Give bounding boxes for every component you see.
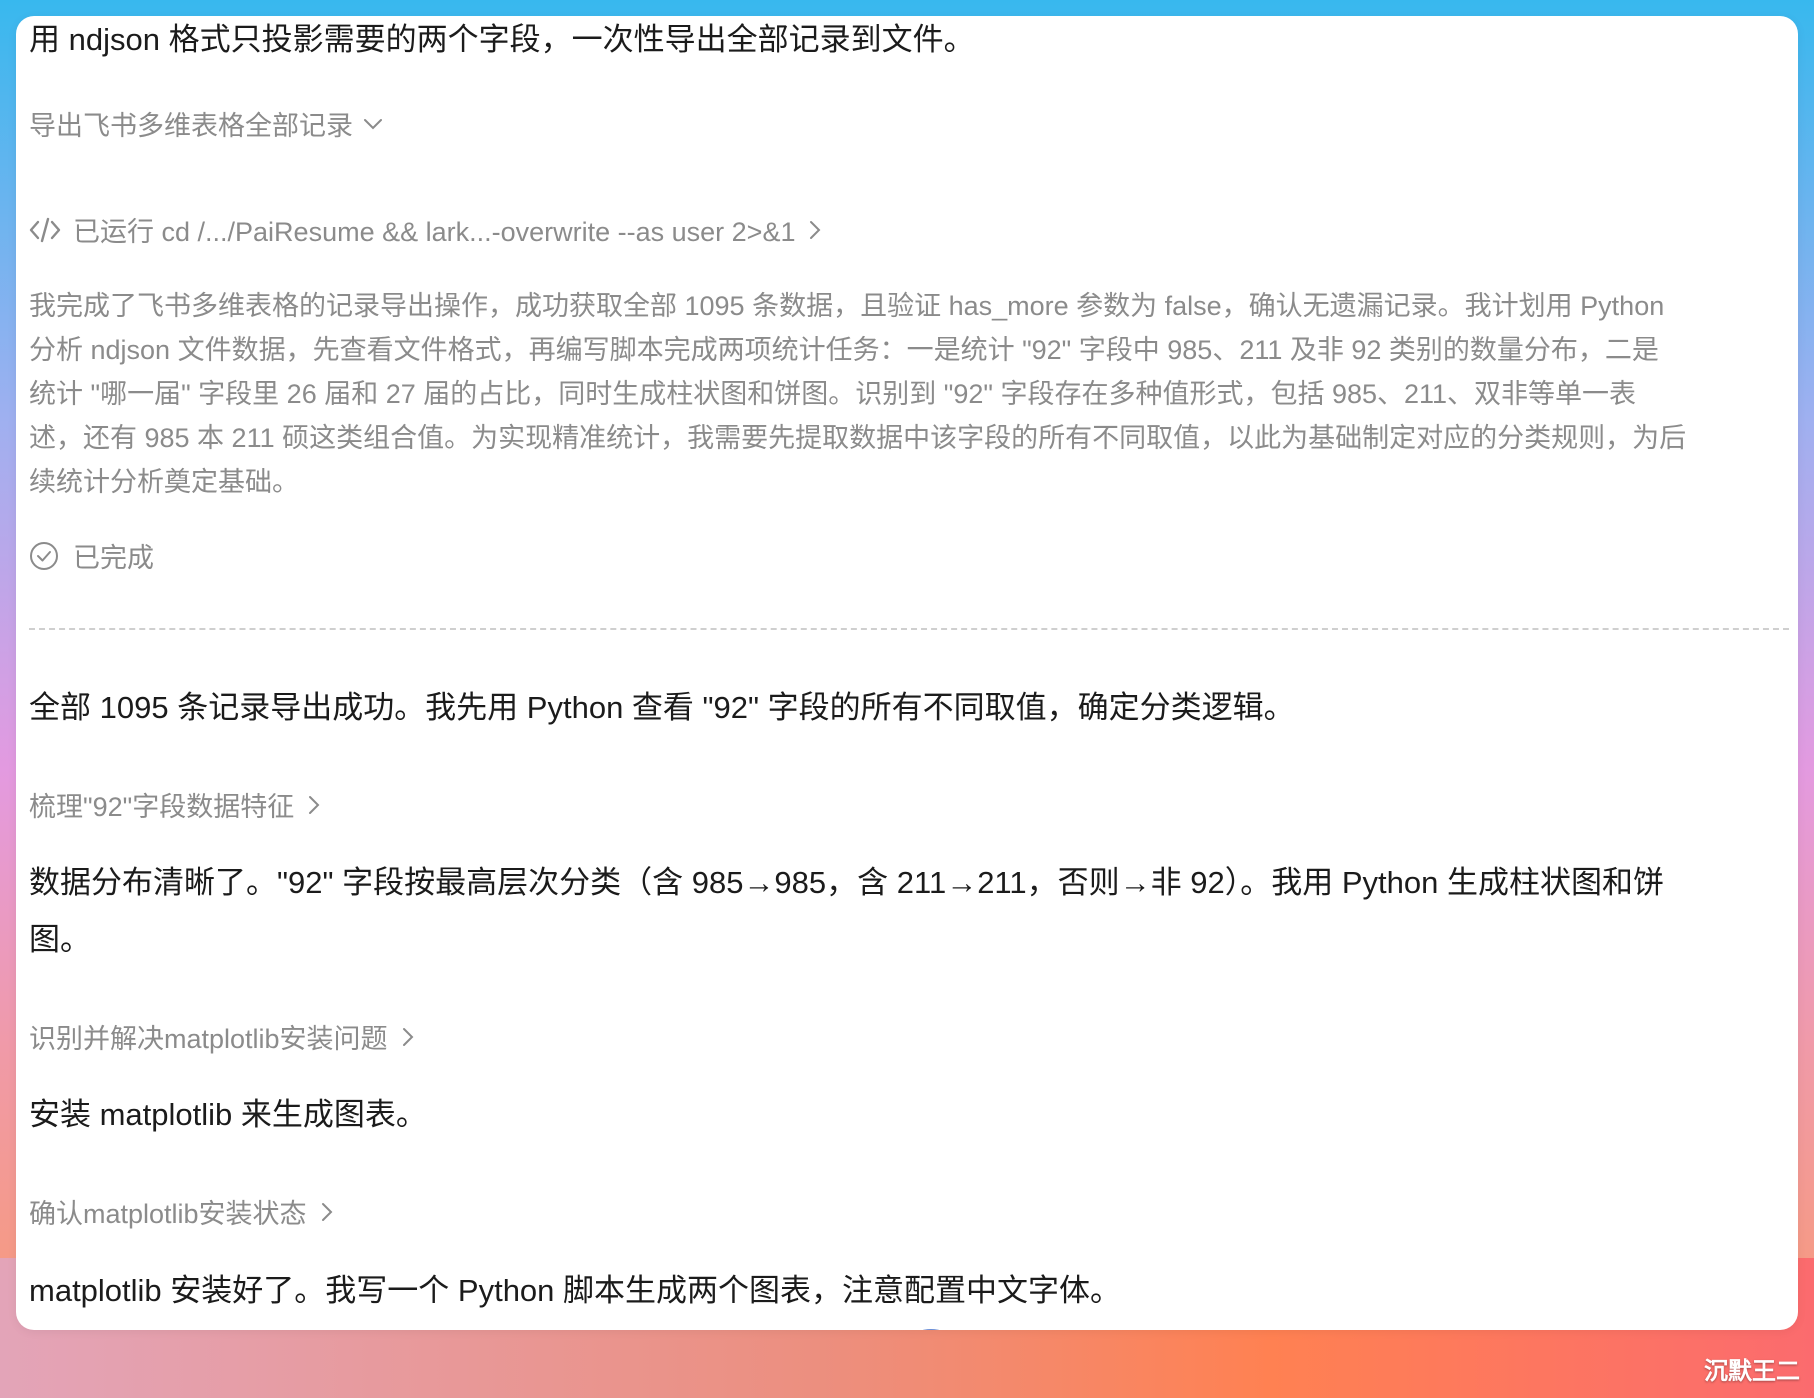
reasoning-line: 续统计分析奠定基础。 [29,467,299,497]
chevron-right-icon [803,218,827,242]
assistant-message-matplotlib-ready: matplotlib 安装好了。我写一个 Python 脚本生成两个图表，注意配… [29,1273,1122,1308]
section-analyze-field[interactable]: 梳理"92"字段数据特征 [29,785,326,824]
completed-label: 已完成 [73,543,154,573]
reasoning-line: 述，还有 985 本 211 硕这类组合值。为实现精准统计，我需要先提取数据中该… [29,423,1687,453]
chevron-right-icon [396,1025,420,1049]
section-export-records[interactable]: 导出飞书多维表格全部记录 [29,104,385,143]
message-line: 数据分布清晰了。"92" 字段按最高层次分类（含 985→985，含 211→2… [29,865,1664,900]
command-label: 已运行 cd /.../PaiResume && lark...-overwri… [73,217,796,247]
chat-panel: 用 ndjson 格式只投影需要的两个字段，一次性导出全部记录到文件。 导出飞书… [16,16,1798,1330]
chevron-down-icon [361,112,385,136]
chevron-right-icon [315,1200,339,1224]
message-line: 图。 [29,922,91,957]
completed-status: 已完成 [29,536,154,575]
code-icon [29,216,61,244]
check-circle-icon [29,541,59,571]
reasoning-text: 我完成了飞书多维表格的记录导出操作，成功获取全部 1095 条数据，且验证 ha… [29,284,1798,504]
assistant-message-distribution: 数据分布清晰了。"92" 字段按最高层次分类（含 985→985，含 211→2… [29,854,1789,968]
loading-spinner-icon [897,1329,965,1330]
assistant-message-intro: 用 ndjson 格式只投影需要的两个字段，一次性导出全部记录到文件。 [29,22,975,57]
reasoning-line: 统计 "哪一届" 字段里 26 届和 27 届的占比，同时生成柱状图和饼图。识别… [29,379,1637,409]
section-divider [29,628,1789,630]
assistant-message-export-done: 全部 1095 条记录导出成功。我先用 Python 查看 "92" 字段的所有… [29,690,1295,725]
section-fix-matplotlib[interactable]: 识别并解决matplotlib安装问题 [29,1017,420,1056]
assistant-message-install: 安装 matplotlib 来生成图表。 [29,1097,427,1132]
section-confirm-install[interactable]: 确认matplotlib安装状态 [29,1192,339,1231]
section-title: 梳理"92"字段数据特征 [29,792,295,822]
section-title: 识别并解决matplotlib安装问题 [29,1024,388,1054]
watermark: 沉默王二 [1704,1358,1800,1385]
reasoning-line: 我完成了飞书多维表格的记录导出操作，成功获取全部 1095 条数据，且验证 ha… [29,291,1665,321]
section-title: 确认matplotlib安装状态 [29,1199,307,1229]
section-title: 导出飞书多维表格全部记录 [29,111,353,141]
command-run-row[interactable]: 已运行 cd /.../PaiResume && lark...-overwri… [29,210,827,249]
chevron-right-icon [302,793,326,817]
reasoning-line: 分析 ndjson 文件数据，先查看文件格式，再编写脚本完成两项统计任务：一是统… [29,335,1659,365]
